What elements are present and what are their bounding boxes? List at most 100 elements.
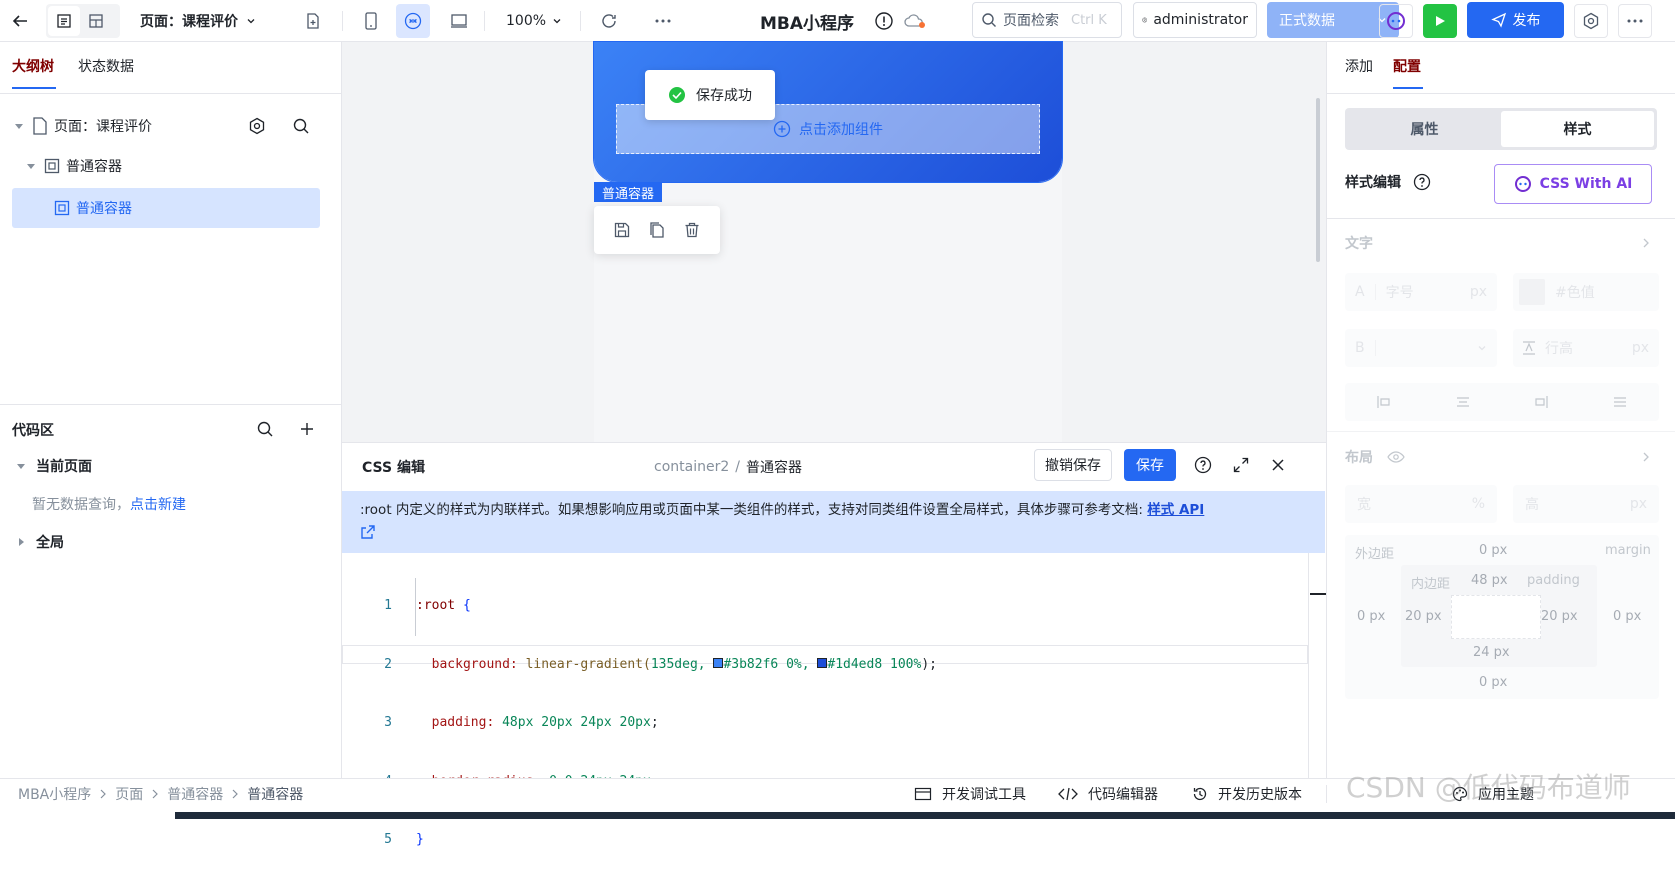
miniprogram-device-icon[interactable]: [396, 4, 430, 38]
tab-config[interactable]: 配置: [1393, 56, 1421, 76]
ai-assistant-icon[interactable]: [1379, 4, 1413, 38]
caret-down-icon[interactable]: [26, 161, 36, 171]
padding-left-value[interactable]: 20 px: [1405, 609, 1442, 624]
breadcrumb-page[interactable]: 页面: [115, 784, 143, 804]
align-justify-icon[interactable]: [1612, 394, 1628, 410]
selected-component-tag[interactable]: 普通容器: [594, 182, 663, 202]
code-search-icon[interactable]: [256, 420, 274, 438]
preview-play-icon[interactable]: [1423, 4, 1457, 38]
delete-trash-icon[interactable]: [683, 221, 701, 239]
help-question-icon[interactable]: [1413, 173, 1431, 191]
history-button[interactable]: 开发历史版本: [1192, 779, 1302, 809]
caret-down-icon[interactable]: [14, 121, 24, 131]
copy-icon[interactable]: [648, 221, 666, 239]
segment-style[interactable]: 样式: [1501, 111, 1654, 147]
current-page-group[interactable]: 当前页面: [16, 456, 92, 476]
divider: [342, 11, 343, 31]
height-input[interactable]: 高 px: [1513, 485, 1659, 523]
chevron-down-icon: [247, 19, 255, 24]
create-query-link[interactable]: 点击新建: [130, 497, 186, 513]
external-link-icon[interactable]: [360, 524, 1307, 540]
margin-right-value[interactable]: 0 px: [1613, 609, 1641, 624]
breadcrumb-app[interactable]: MBA小程序: [18, 784, 91, 804]
page-selector[interactable]: 页面：课程评价: [140, 0, 256, 42]
color-input[interactable]: #色值: [1513, 273, 1659, 311]
tab-state-data[interactable]: 状态数据: [78, 56, 134, 76]
chevron-right-icon: [232, 789, 239, 799]
line-number: 5: [384, 832, 392, 847]
publish-label: 发布: [1512, 13, 1541, 29]
page-search-input[interactable]: 页面检索 Ctrl K: [972, 2, 1122, 38]
code-line-1: :root {: [416, 596, 937, 616]
search-shortcut: Ctrl K: [1071, 12, 1107, 28]
publish-button[interactable]: 发布: [1467, 2, 1564, 38]
page-settings-icon[interactable]: [248, 117, 266, 135]
tree-node-page[interactable]: 页面：课程评价: [14, 106, 324, 146]
left-sidebar: 大纲树 状态数据 页面：课程评价 普通容器 普通容器 代码区 当前页面 暂无数据…: [0, 42, 342, 788]
font-size-input[interactable]: A 字号 px: [1345, 273, 1497, 311]
line-height-input[interactable]: 行高 px: [1513, 329, 1659, 367]
font-weight-select[interactable]: B: [1345, 329, 1497, 367]
code-selector: :root: [416, 598, 456, 613]
code-editor[interactable]: 1 2 3 4 5 :root { background: linear-gra…: [342, 553, 1308, 847]
save-button[interactable]: 保存: [1124, 449, 1176, 481]
tab-outline[interactable]: 大纲树: [12, 56, 54, 76]
css-with-ai-button[interactable]: CSS With AI: [1494, 164, 1652, 204]
margin-left-value[interactable]: 0 px: [1357, 609, 1385, 624]
global-group[interactable]: 全局: [16, 532, 64, 552]
chevron-down-icon: [553, 19, 561, 24]
chevron-right-icon[interactable]: [1641, 451, 1651, 463]
refresh-icon[interactable]: [594, 6, 624, 36]
margin-top-value[interactable]: 0 px: [1479, 543, 1507, 558]
padding-top-value[interactable]: 48 px: [1471, 573, 1508, 588]
desktop-device-icon[interactable]: [444, 6, 474, 36]
canvas-scrollbar[interactable]: [1316, 98, 1320, 262]
more-menu-icon[interactable]: [1618, 4, 1652, 38]
zoom-select[interactable]: 100%: [506, 0, 562, 42]
dev-tools-button[interactable]: 开发调试工具: [914, 779, 1026, 809]
padding-bottom-value[interactable]: 24 px: [1473, 645, 1510, 660]
tab-add[interactable]: 添加: [1345, 56, 1373, 76]
outline-view-icon[interactable]: [48, 6, 80, 36]
align-right-icon[interactable]: [1533, 394, 1549, 410]
send-icon: [1490, 12, 1506, 28]
tab-config-label: 配置: [1393, 59, 1421, 75]
user-menu[interactable]: administrator: [1133, 2, 1257, 38]
line-height-icon: [1523, 341, 1535, 355]
segment-props[interactable]: 属性: [1348, 111, 1501, 147]
help-question-icon[interactable]: [1194, 456, 1212, 474]
save-icon[interactable]: [613, 221, 631, 239]
undo-save-button[interactable]: 撤销保存: [1034, 449, 1112, 481]
mobile-device-icon[interactable]: [356, 6, 386, 36]
eye-icon[interactable]: [1387, 450, 1405, 464]
close-icon[interactable]: [1270, 457, 1286, 473]
align-left-icon[interactable]: [1376, 394, 1392, 410]
color-swatch: [1519, 279, 1545, 305]
tab-outline-label: 大纲树: [12, 59, 54, 75]
code-editor-button[interactable]: 代码编辑器: [1058, 779, 1158, 809]
code-brace: {: [462, 598, 471, 613]
width-input[interactable]: 宽%: [1345, 485, 1497, 523]
padding-right-value[interactable]: 20 px: [1541, 609, 1578, 624]
line-number: 1: [384, 598, 392, 613]
breadcrumb-container[interactable]: 普通容器: [167, 784, 223, 804]
layout-view-icon[interactable]: [80, 6, 112, 36]
settings-gear-icon[interactable]: [1574, 4, 1608, 38]
info-alert-icon[interactable]: [874, 11, 894, 31]
more-dots-icon[interactable]: [648, 6, 678, 36]
add-plus-icon[interactable]: [298, 420, 316, 438]
color-swatch[interactable]: [817, 657, 828, 668]
expand-icon[interactable]: [1232, 456, 1250, 474]
add-page-icon[interactable]: [298, 6, 328, 36]
chevron-right-icon[interactable]: [1641, 237, 1651, 249]
margin-bottom-value[interactable]: 0 px: [1479, 675, 1507, 690]
cloud-sync-icon[interactable]: [904, 12, 926, 30]
back-arrow-icon[interactable]: [5, 6, 35, 36]
tree-node-container[interactable]: 普通容器: [26, 146, 316, 186]
style-api-link[interactable]: 样式 API: [1147, 502, 1204, 518]
align-center-icon[interactable]: [1455, 394, 1471, 410]
tree-node-container-selected[interactable]: 普通容器: [12, 188, 320, 228]
tree-search-icon[interactable]: [292, 117, 310, 135]
color-swatch[interactable]: [713, 657, 724, 668]
container-icon: [54, 200, 70, 216]
